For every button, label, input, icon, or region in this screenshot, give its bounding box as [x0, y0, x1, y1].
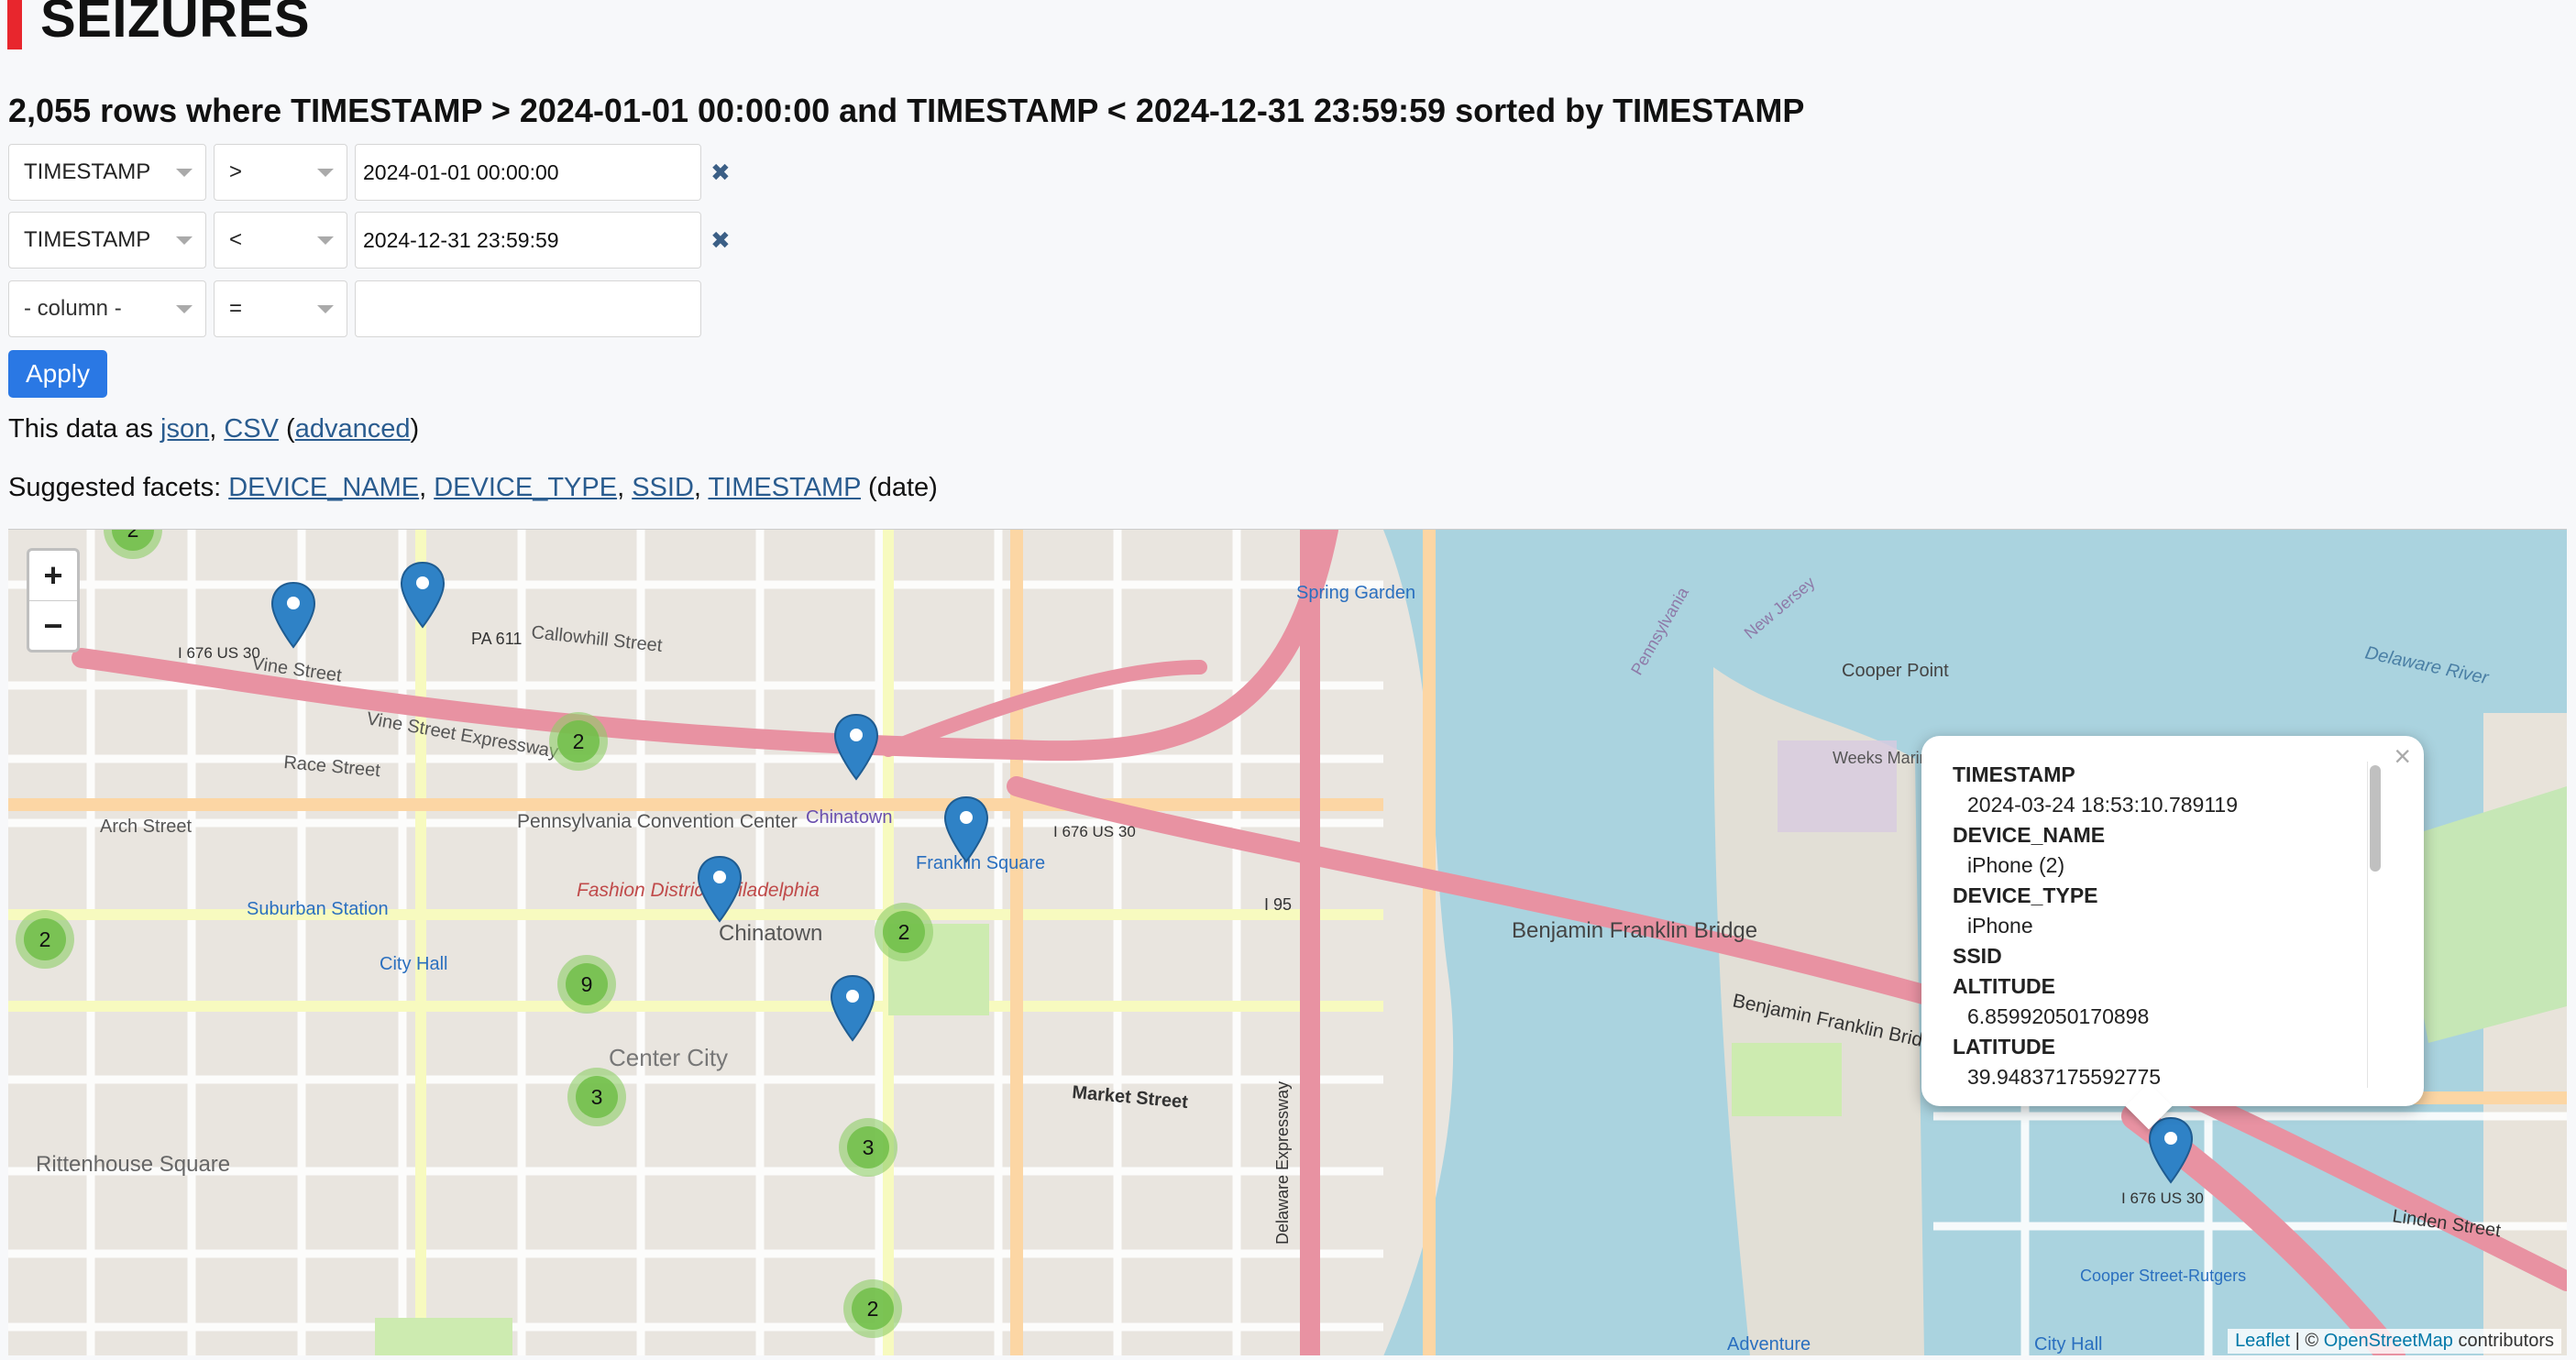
popup-field-key: LATITUDE [1953, 1035, 2056, 1058]
popup-field-value: iPhone [1967, 914, 2033, 938]
map-marker[interactable] [833, 713, 879, 781]
filter-operator-select[interactable]: = [214, 280, 347, 337]
map-label: I 95 [1264, 895, 1292, 914]
chevron-down-icon [317, 169, 334, 177]
filter-operator-select[interactable]: > [214, 144, 347, 201]
title-accent-bar [7, 0, 22, 49]
popup-field-key: SSID [1953, 944, 2002, 968]
popup-field-value: 39.94837175592775 [1967, 1065, 2162, 1088]
filter-row-new: - column - = [8, 280, 701, 337]
map-label: Pennsylvania Convention Center [517, 811, 798, 832]
popup-field-value: iPhone (2) [1967, 853, 2065, 877]
filter-value-input[interactable] [355, 144, 701, 201]
map-label: Rittenhouse Square [36, 1152, 230, 1177]
marker-cluster[interactable]: 3 [567, 1068, 626, 1126]
filter-row-2: TIMESTAMP < ✖ [8, 212, 731, 269]
remove-filter-icon[interactable]: ✖ [710, 159, 731, 187]
facet-link-device-type[interactable]: DEVICE_TYPE [434, 473, 617, 502]
filter-column-select[interactable]: - column - [8, 280, 206, 337]
map-label: I 676 US 30 [2121, 1190, 2204, 1207]
filter-operator-select[interactable]: < [214, 212, 347, 269]
row-count-summary: 2,055 rows where TIMESTAMP > 2024-01-01 … [8, 92, 1805, 129]
openstreetmap-link[interactable]: OpenStreetMap [2324, 1331, 2453, 1351]
export-links: This data as json, CSV (advanced) [8, 414, 420, 444]
map-label: Chinatown [719, 921, 822, 946]
marker-cluster[interactable]: 3 [839, 1118, 897, 1177]
map-label: City Hall [380, 954, 447, 974]
json-link[interactable]: json [160, 414, 209, 444]
map-marker[interactable] [697, 855, 743, 923]
facet-link-timestamp[interactable]: TIMESTAMP [708, 473, 861, 502]
marker-cluster[interactable]: 2 [843, 1279, 902, 1338]
filter-value-input[interactable] [355, 280, 701, 337]
page-title: SEIZURES [7, 0, 310, 49]
map[interactable]: Vine Street Expressway Vine Street Callo… [8, 529, 2567, 1355]
map-label: I 676 US 30 [178, 644, 260, 662]
popup-field-value: 6.85992050170898 [1967, 1004, 2150, 1028]
chevron-down-icon [176, 305, 193, 313]
filter-column-select[interactable]: TIMESTAMP [8, 212, 206, 269]
filter-value-input[interactable] [355, 212, 701, 269]
marker-cluster[interactable]: 2 [16, 910, 74, 969]
map-label: I 676 US 30 [1053, 823, 1136, 840]
map-label: Adventure [1727, 1334, 1811, 1355]
marker-cluster[interactable]: 9 [557, 955, 616, 1014]
map-marker[interactable] [400, 561, 446, 629]
remove-filter-icon[interactable]: ✖ [710, 226, 731, 255]
chevron-down-icon [176, 169, 193, 177]
map-label: Cooper Point [1842, 661, 1949, 681]
popup-field-key: TIMESTAMP [1953, 762, 2075, 786]
popup-field-key: DEVICE_NAME [1953, 823, 2106, 847]
zoom-in-button[interactable]: + [29, 551, 77, 600]
scrollbar-thumb[interactable] [2370, 765, 2381, 872]
apply-button[interactable]: Apply [8, 350, 107, 398]
map-attribution: Leaflet | © OpenStreetMap contributors [2228, 1329, 2561, 1354]
facet-link-ssid[interactable]: SSID [632, 473, 694, 502]
map-marker-selected[interactable] [2148, 1116, 2194, 1184]
map-label: Center City [609, 1044, 728, 1071]
map-marker[interactable] [943, 795, 989, 863]
suggested-facets: Suggested facets: DEVICE_NAME, DEVICE_TY… [8, 473, 938, 502]
map-label: Arch Street [100, 817, 192, 837]
zoom-control: + − [27, 548, 80, 653]
map-label: Market Street [1072, 1082, 1189, 1113]
advanced-link[interactable]: advanced [295, 414, 411, 444]
chevron-down-icon [317, 236, 334, 245]
csv-link[interactable]: CSV [224, 414, 279, 444]
popup-scrollbar[interactable] [2367, 762, 2382, 1088]
zoom-out-button[interactable]: − [29, 600, 77, 650]
marker-popup: × TIMESTAMP 2024-03-24 18:53:10.789119 D… [1921, 736, 2424, 1130]
chevron-down-icon [176, 236, 193, 245]
popup-field-value: 2024-03-24 18:53:10.789119 [1967, 793, 2239, 817]
marker-cluster[interactable]: 2 [549, 712, 608, 771]
map-label: City Hall [2034, 1334, 2102, 1355]
close-icon[interactable]: × [2394, 740, 2411, 773]
popup-field-key: ALTITUDE [1953, 974, 2056, 998]
map-label: PA 611 [471, 630, 522, 648]
filter-column-select[interactable]: TIMESTAMP [8, 144, 206, 201]
map-marker[interactable] [830, 974, 875, 1042]
leaflet-link[interactable]: Leaflet [2235, 1331, 2290, 1351]
map-label: Suburban Station [247, 899, 389, 919]
marker-cluster[interactable]: 2 [875, 903, 933, 961]
filter-row-1: TIMESTAMP > ✖ [8, 144, 731, 201]
map-label: Spring Garden [1296, 583, 1415, 603]
map-marker[interactable] [270, 581, 316, 649]
map-label: Benjamin Franklin Bridge [1512, 918, 1757, 943]
popup-field-key: DEVICE_TYPE [1953, 883, 2098, 907]
chevron-down-icon [317, 305, 334, 313]
map-label: Chinatown [806, 807, 893, 828]
popup-content: TIMESTAMP 2024-03-24 18:53:10.789119 DEV… [1953, 760, 2374, 1088]
table-name: SEIZURES [40, 0, 311, 49]
map-label: Delaware Expressway [1273, 1081, 1292, 1245]
facet-link-device-name[interactable]: DEVICE_NAME [228, 473, 419, 502]
map-label: Cooper Street-Rutgers [2080, 1267, 2246, 1285]
